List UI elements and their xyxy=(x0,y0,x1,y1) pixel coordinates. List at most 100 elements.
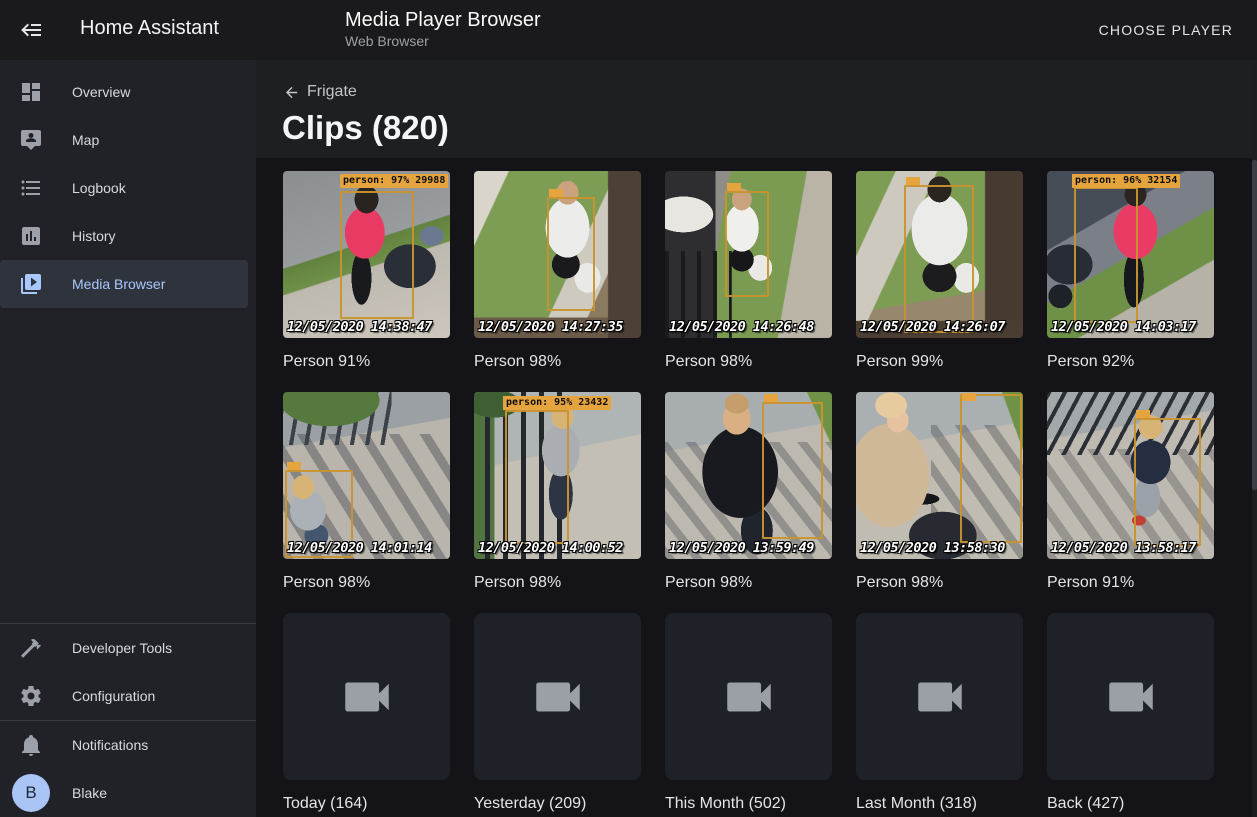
sidebar-item-overview[interactable]: Overview xyxy=(0,68,256,116)
detection-label xyxy=(764,394,778,402)
list-bulleted-icon xyxy=(19,176,43,200)
clip-caption: Person 92% xyxy=(1047,352,1214,372)
clip-card[interactable]: person: 97% 29988 12/05/2020 14:38:47 Pe… xyxy=(283,171,450,372)
clip-card[interactable]: 12/05/2020 14:26:07 Person 99% xyxy=(856,171,1023,372)
clip-timestamp: 12/05/2020 14:27:35 xyxy=(478,319,623,335)
clip-card[interactable]: 12/05/2020 14:26:48 Person 98% xyxy=(665,171,832,372)
menu-open-icon[interactable] xyxy=(20,18,44,42)
clip-card[interactable]: 12/05/2020 13:59:49 Person 98% xyxy=(665,392,832,593)
detection-bounding-box xyxy=(904,185,974,333)
detection-bounding-box xyxy=(762,402,823,539)
clip-timestamp: 12/05/2020 14:00:52 xyxy=(478,540,623,556)
clip-caption: Person 98% xyxy=(665,573,832,593)
detection-label xyxy=(1136,410,1150,418)
sidebar-item-configuration[interactable]: Configuration xyxy=(0,672,256,720)
gear-icon xyxy=(19,684,43,708)
folder-thumbnail xyxy=(856,613,1023,780)
scrollbar-thumb[interactable] xyxy=(1252,160,1257,490)
sidebar-item-label: Overview xyxy=(72,84,130,100)
clip-thumbnail: 12/05/2020 14:26:48 xyxy=(665,171,832,338)
section-title: Clips (820) xyxy=(282,109,449,147)
map-account-icon xyxy=(19,128,43,152)
sidebar-item-logbook[interactable]: Logbook xyxy=(0,164,256,212)
clip-caption: Person 99% xyxy=(856,352,1023,372)
folder-caption: This Month (502) xyxy=(665,794,832,814)
breadcrumb-back[interactable]: Frigate xyxy=(283,83,357,101)
clip-card[interactable]: 12/05/2020 14:27:35 Person 98% xyxy=(474,171,641,372)
chart-box-icon xyxy=(19,224,43,248)
sidebar-item-label: Notifications xyxy=(72,737,148,753)
clip-timestamp: 12/05/2020 14:26:48 xyxy=(669,319,814,335)
page-title: Media Player Browser xyxy=(345,9,541,32)
detection-bounding-box xyxy=(1134,418,1201,546)
folder-caption: Yesterday (209) xyxy=(474,794,641,814)
detection-label xyxy=(287,462,301,470)
detection-bounding-box xyxy=(960,394,1022,543)
clip-card[interactable]: person: 95% 23432 12/05/2020 14:00:52 Pe… xyxy=(474,392,641,593)
home-assistant-app: Home Assistant Media Player Browser Web … xyxy=(0,0,1257,817)
sidebar-item-history[interactable]: History xyxy=(0,212,256,260)
clip-thumbnail: 12/05/2020 13:58:17 xyxy=(1047,392,1214,559)
clip-timestamp: 12/05/2020 14:01:14 xyxy=(287,540,432,556)
detection-bounding-box xyxy=(725,191,769,297)
sidebar-item-profile[interactable]: B Blake xyxy=(0,769,256,817)
detection-label xyxy=(906,177,920,185)
folder-card-today[interactable]: Today (164) xyxy=(283,613,450,814)
clip-card[interactable]: 12/05/2020 13:58:30 Person 98% xyxy=(856,392,1023,593)
folder-thumbnail xyxy=(1047,613,1214,780)
sidebar-item-label: Media Browser xyxy=(72,276,165,292)
sidebar-item-map[interactable]: Map xyxy=(0,116,256,164)
video-camera-icon xyxy=(529,668,587,726)
detection-bounding-box xyxy=(340,191,414,319)
folder-card-last-month[interactable]: Last Month (318) xyxy=(856,613,1023,814)
folder-card-this-month[interactable]: This Month (502) xyxy=(665,613,832,814)
sidebar-item-notifications[interactable]: Notifications xyxy=(0,721,256,769)
folder-caption: Back (427) xyxy=(1047,794,1214,814)
media-grid: person: 97% 29988 12/05/2020 14:38:47 Pe… xyxy=(283,171,1214,814)
arrow-left-icon xyxy=(283,84,300,101)
breadcrumb-label: Frigate xyxy=(307,83,357,101)
detection-bounding-box xyxy=(505,410,569,544)
folder-card-yesterday[interactable]: Yesterday (209) xyxy=(474,613,641,814)
user-name: Blake xyxy=(72,785,107,801)
clip-timestamp: 12/05/2020 14:38:47 xyxy=(287,319,432,335)
video-camera-icon xyxy=(338,668,396,726)
detection-label xyxy=(727,183,741,191)
page-subtitle: Web Browser xyxy=(345,33,429,49)
detection-label: person: 96% 32154 xyxy=(1072,174,1180,188)
hammer-icon xyxy=(19,636,43,660)
sidebar-item-media-browser[interactable]: Media Browser xyxy=(0,260,248,308)
folder-caption: Today (164) xyxy=(283,794,450,814)
sidebar-item-label: Configuration xyxy=(72,688,155,704)
folder-thumbnail xyxy=(283,613,450,780)
video-camera-icon xyxy=(911,668,969,726)
clip-thumbnail: 12/05/2020 14:26:07 xyxy=(856,171,1023,338)
app-header: Home Assistant Media Player Browser Web … xyxy=(0,0,1257,60)
detection-bounding-box xyxy=(547,197,595,311)
choose-player-button[interactable]: CHOOSE PLAYER xyxy=(1091,0,1241,60)
clip-caption: Person 98% xyxy=(856,573,1023,593)
sidebar-spacer xyxy=(0,308,256,623)
app-title: Home Assistant xyxy=(80,17,219,40)
detection-label: person: 97% 29988 xyxy=(340,174,448,188)
clip-caption: Person 98% xyxy=(283,573,450,593)
sidebar-item-label: Developer Tools xyxy=(72,640,172,656)
sidebar-item-developer-tools[interactable]: Developer Tools xyxy=(0,624,256,672)
clip-thumbnail: 12/05/2020 14:01:14 xyxy=(283,392,450,559)
clip-card[interactable]: 12/05/2020 14:01:14 Person 98% xyxy=(283,392,450,593)
clip-caption: Person 98% xyxy=(474,352,641,372)
vertical-scrollbar[interactable] xyxy=(1252,60,1257,817)
clip-card[interactable]: 12/05/2020 13:58:17 Person 91% xyxy=(1047,392,1214,593)
clip-thumbnail: person: 97% 29988 12/05/2020 14:38:47 xyxy=(283,171,450,338)
clip-card[interactable]: person: 96% 32154 12/05/2020 14:03:17 Pe… xyxy=(1047,171,1214,372)
sidebar-item-label: Map xyxy=(72,132,99,148)
sidebar-item-label: Logbook xyxy=(72,180,126,196)
clip-timestamp: 12/05/2020 14:26:07 xyxy=(860,319,1005,335)
clip-timestamp: 12/05/2020 13:58:30 xyxy=(860,540,1005,556)
clip-thumbnail: person: 96% 32154 12/05/2020 14:03:17 xyxy=(1047,171,1214,338)
folder-card-back[interactable]: Back (427) xyxy=(1047,613,1214,814)
clip-thumbnail: 12/05/2020 13:59:49 xyxy=(665,392,832,559)
clip-thumbnail: 12/05/2020 13:58:30 xyxy=(856,392,1023,559)
video-camera-icon xyxy=(1102,668,1160,726)
clip-caption: Person 98% xyxy=(665,352,832,372)
